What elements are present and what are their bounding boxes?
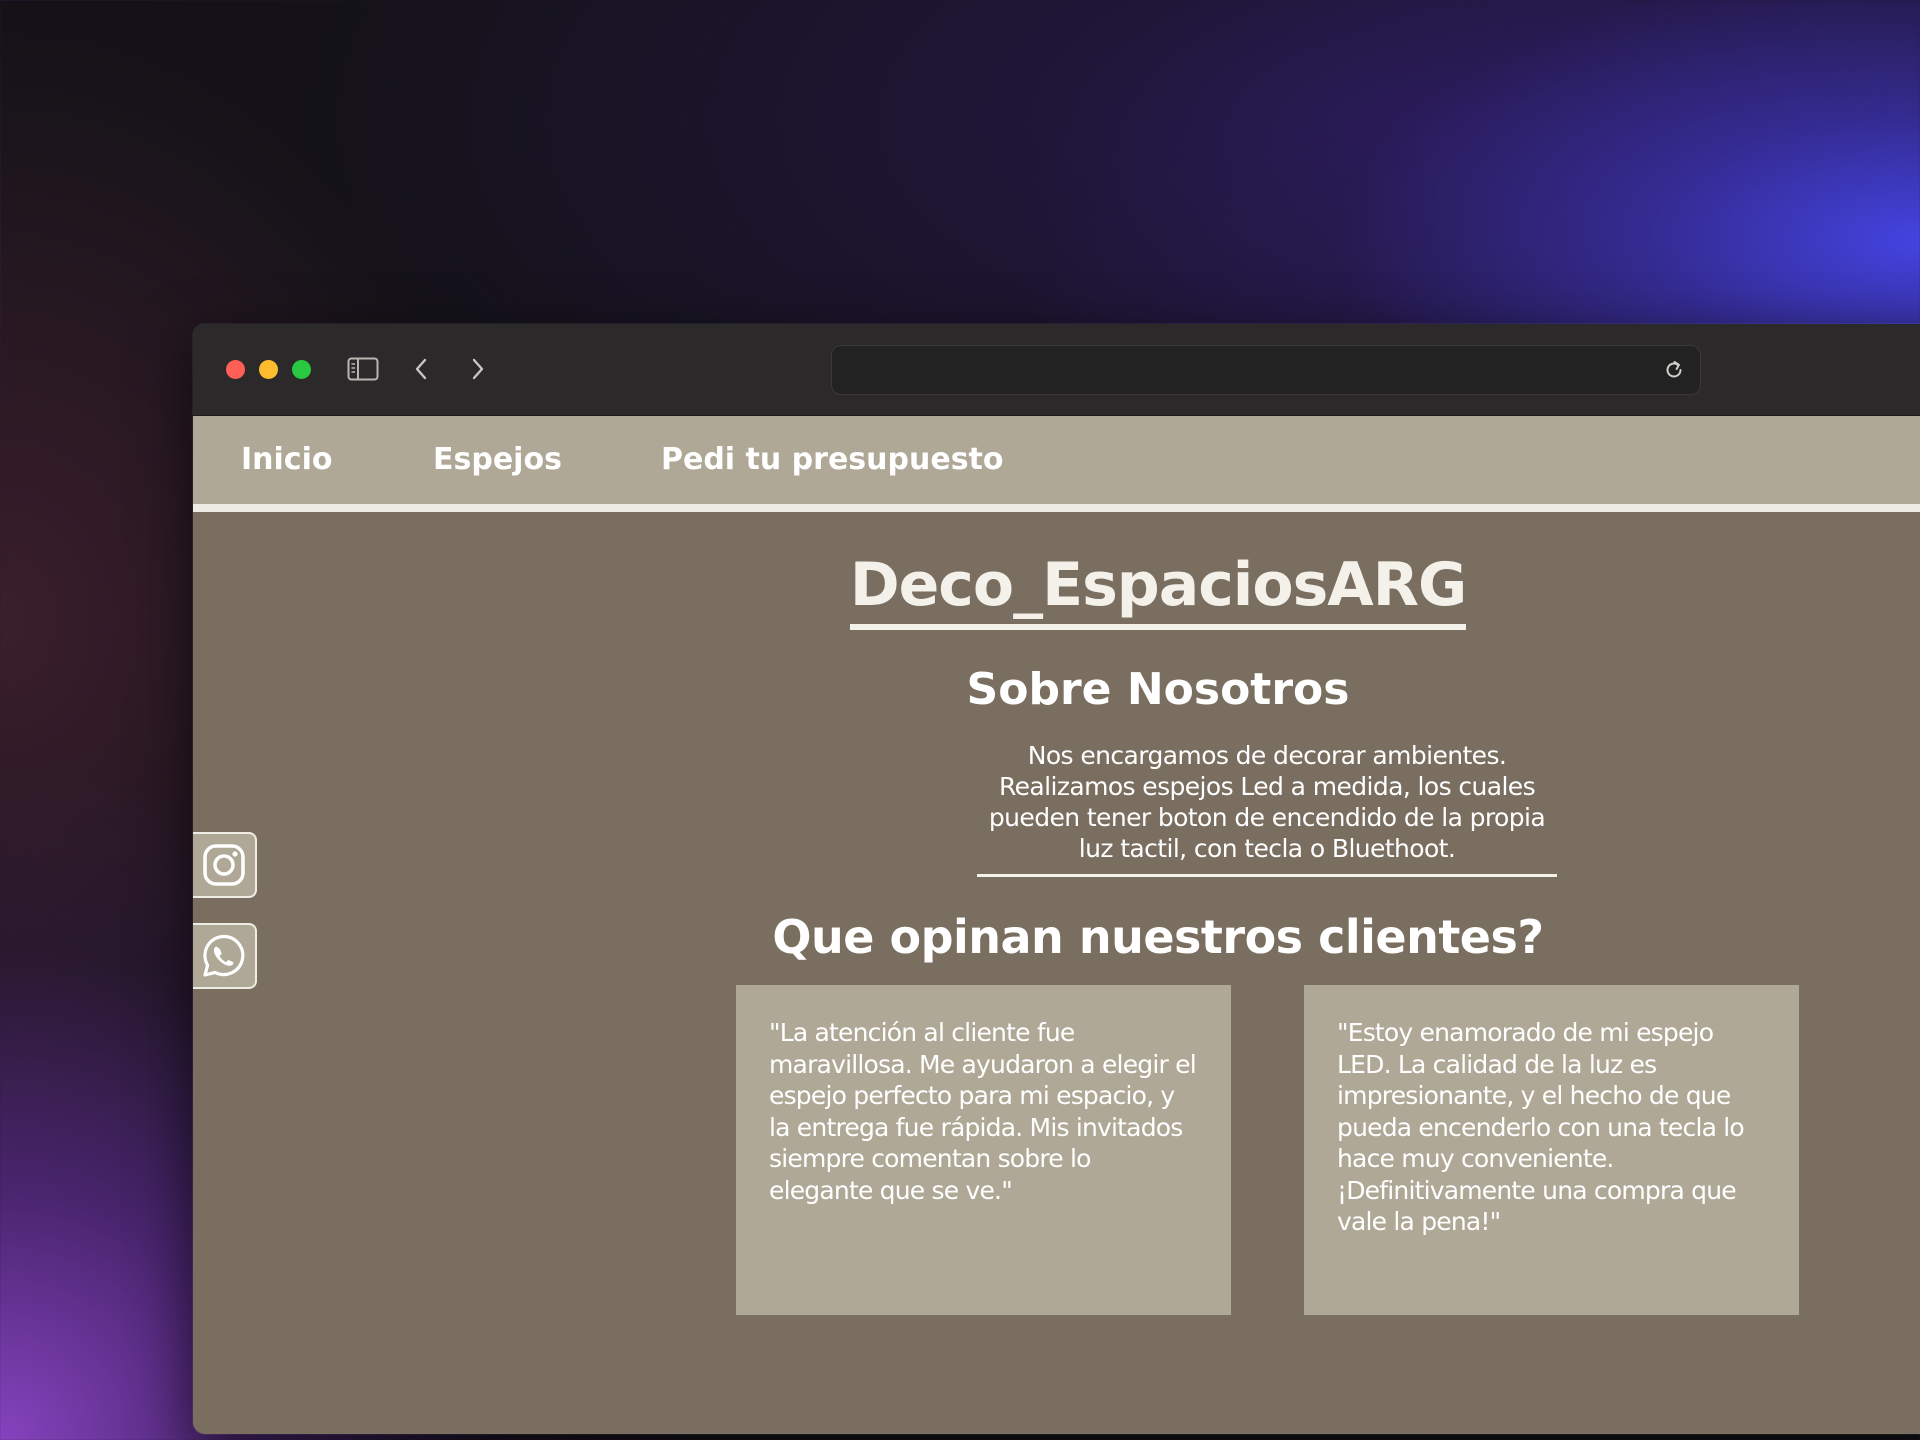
testimonial-text: "La atención al cliente fue maravillosa.… — [769, 1018, 1197, 1205]
nav-link-inicio[interactable]: Inicio — [241, 442, 332, 477]
chevron-left-icon[interactable] — [404, 352, 438, 386]
minimize-window-button[interactable] — [259, 360, 278, 379]
nav-link-presupuesto[interactable]: Pedi tu presupuesto — [661, 442, 1004, 477]
brand-title: Deco_EspaciosARG — [849, 550, 1467, 630]
close-window-button[interactable] — [226, 360, 245, 379]
instagram-button[interactable] — [193, 832, 257, 898]
nav-link-espejos[interactable]: Espejos — [433, 442, 562, 477]
about-text: Nos encargamos de decorar ambientes. Rea… — [977, 740, 1557, 877]
maximize-window-button[interactable] — [292, 360, 311, 379]
testimonial-card: "La atención al cliente fue maravillosa.… — [736, 985, 1231, 1315]
chevron-right-icon[interactable] — [461, 352, 495, 386]
site-nav: Inicio Espejos Pedi tu presupuesto — [193, 416, 1920, 512]
instagram-icon — [203, 844, 245, 886]
sidebar-toggle-icon[interactable] — [346, 352, 380, 386]
browser-window: Inicio Espejos Pedi tu presupuesto Deco_… — [193, 324, 1920, 1434]
browser-titlebar — [193, 324, 1920, 416]
reload-icon[interactable] — [1662, 358, 1686, 382]
testimonial-card: "Estoy enamorado de mi espejo LED. La ca… — [1304, 985, 1799, 1315]
brand-heading-wrap: Deco_EspaciosARG — [193, 550, 1920, 630]
testimonial-text: "Estoy enamorado de mi espejo LED. La ca… — [1337, 1018, 1745, 1236]
address-bar[interactable] — [831, 345, 1701, 395]
testimonials-title: Que opinan nuestros clientes? — [772, 910, 1544, 964]
about-title: Sobre Nosotros — [966, 664, 1350, 715]
